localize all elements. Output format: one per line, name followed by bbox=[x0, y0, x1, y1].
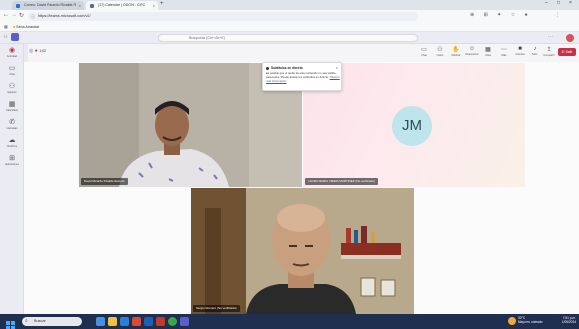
extensions-icons[interactable]: ⊕ ⊞ ✦ ☆ ● bbox=[470, 12, 532, 18]
close-icon[interactable]: × bbox=[336, 65, 338, 70]
meeting-timer: ◎ ● 1:02 bbox=[29, 48, 47, 54]
people-icon: ⚇ bbox=[437, 47, 443, 53]
toolbar-raise-hand-button[interactable]: ✋ Mostrar bbox=[448, 46, 464, 60]
share-icon: ⇪ bbox=[546, 47, 552, 53]
participant-name-label: David Ricardo Rivalde Escudo bbox=[81, 178, 128, 185]
outlook-icon bbox=[16, 3, 20, 8]
recording-dot-icon: ● bbox=[34, 48, 38, 54]
rail-item-activity[interactable]: ◉ Actividad bbox=[0, 46, 24, 64]
close-window-icon[interactable]: × bbox=[569, 0, 572, 6]
site-info-icon[interactable]: ⓘ bbox=[31, 14, 35, 20]
windows-start-icon[interactable] bbox=[6, 317, 15, 329]
close-icon[interactable]: × bbox=[153, 1, 155, 10]
raise-hand-icon: ✋ bbox=[452, 47, 460, 53]
participant-name-label: Sergio Romero (No verificado) bbox=[193, 305, 240, 312]
teams-icon bbox=[90, 3, 94, 8]
info-icon bbox=[266, 67, 269, 70]
task-view-icon[interactable] bbox=[96, 317, 105, 326]
chat-icon: ▭ bbox=[8, 65, 16, 72]
mic-icon: ♪ bbox=[533, 46, 537, 52]
reload-icon[interactable]: ↻ bbox=[19, 12, 24, 19]
teams-logo-icon bbox=[11, 33, 19, 41]
edge-icon[interactable] bbox=[120, 317, 129, 326]
toolbar-chat-button[interactable]: ▭ Chat bbox=[416, 46, 432, 60]
calendar-icon: ▦ bbox=[8, 101, 16, 108]
browser-tab-teams[interactable]: (17) Calendar | ODON - CIFC × bbox=[86, 1, 158, 10]
toolbar-share-button[interactable]: ⇪ Compartir bbox=[541, 46, 557, 60]
captions-notification: Subtítulos en directo × Es posible que e… bbox=[262, 62, 342, 91]
shield-icon: ◎ bbox=[29, 48, 34, 54]
close-icon[interactable]: × bbox=[79, 1, 81, 10]
notification-title: Subtítulos en directo bbox=[271, 66, 303, 70]
grid-icon: ▦ bbox=[485, 47, 491, 53]
search-icon: ⌕ bbox=[25, 318, 28, 324]
rail-item-calendar[interactable]: ▦ Calendario bbox=[0, 100, 24, 118]
url-field[interactable]: https://teams.microsoft.com/v2/ bbox=[28, 12, 418, 21]
participant-name-label: LAURA MARIA VIEIRA MARTINEZ (No verifica… bbox=[305, 178, 378, 185]
mail-icon[interactable] bbox=[132, 317, 141, 326]
clock[interactable]: 7:51 p.m. 1/05/2024 bbox=[552, 316, 576, 324]
rail-item-chat[interactable]: ▭ Chat bbox=[0, 64, 24, 82]
bookmarks-bar bbox=[0, 23, 579, 32]
taskbar-search-input[interactable]: Buscar bbox=[22, 317, 82, 326]
file-explorer-icon[interactable] bbox=[108, 317, 117, 326]
chrome-icon[interactable] bbox=[168, 317, 177, 326]
folder-icon: ■ bbox=[13, 25, 16, 29]
chat-icon: ▭ bbox=[421, 47, 427, 53]
rail-item-calls[interactable]: ✆ Llamadas bbox=[0, 118, 24, 136]
participant-avatar: JM bbox=[392, 106, 432, 146]
browser-tab-mail[interactable]: Correo: David Ricardo Rivalde R × bbox=[12, 1, 84, 10]
powerpoint-icon[interactable] bbox=[156, 317, 165, 326]
maximize-icon[interactable]: □ bbox=[557, 0, 560, 6]
more-options-icon[interactable]: ⋯ bbox=[548, 34, 553, 40]
app-window: Correo: David Ricardo Rivalde R × (17) C… bbox=[0, 0, 579, 329]
toolbar-react-button[interactable]: ☺ Reaccionar bbox=[464, 46, 480, 60]
rail-item-apps[interactable]: ⊞ Aplicaciones bbox=[0, 154, 24, 172]
toolbar-view-button[interactable]: ▦ Vista bbox=[480, 46, 496, 60]
apps-icon: ⊞ bbox=[9, 155, 15, 162]
cloud-icon: ☁ bbox=[8, 137, 16, 144]
phone-icon: ✆ bbox=[9, 119, 15, 126]
rail-item-teams[interactable]: ⚇ Equipos bbox=[0, 82, 24, 100]
weather-icon bbox=[508, 317, 516, 325]
teams-taskbar-icon[interactable] bbox=[180, 317, 189, 326]
participant-video bbox=[191, 188, 414, 314]
smile-icon: ☺ bbox=[468, 46, 476, 52]
bell-icon: ◉ bbox=[8, 47, 16, 54]
minimize-icon[interactable]: – bbox=[545, 0, 548, 6]
app-launcher-icon[interactable]: ⁝⁝ bbox=[4, 34, 7, 40]
rail-item-onedrive[interactable]: ☁ OneDrive bbox=[0, 136, 24, 154]
tab-label: (17) Calendar | ODON - CIFC bbox=[98, 3, 146, 7]
tab-label: Correo: David Ricardo Rivalde R bbox=[24, 3, 77, 7]
windows-taskbar bbox=[0, 314, 579, 329]
notification-body: Es posible que el audio de este contenid… bbox=[266, 71, 340, 83]
toolbar-people-button[interactable]: ⚇ Users bbox=[432, 46, 448, 60]
word-icon[interactable] bbox=[144, 317, 153, 326]
search-input[interactable]: Búsqueda (Ctrl+Alt+E) bbox=[158, 34, 418, 42]
video-tile-participant-3[interactable]: Sergio Romero (No verificado) bbox=[191, 188, 414, 314]
bookmark-item[interactable]: ■ Sena Arrastrar bbox=[13, 25, 39, 29]
forward-icon[interactable]: → bbox=[11, 12, 17, 18]
toolbar-more-button[interactable]: ⋯ Más bbox=[496, 46, 512, 60]
camera-icon: ■ bbox=[518, 46, 522, 52]
toolbar-camera-button[interactable]: ■ Cámara bbox=[512, 46, 528, 60]
more-icon: ⋯ bbox=[501, 47, 507, 53]
menu-icon[interactable]: ⋮ bbox=[555, 12, 560, 18]
avatar[interactable] bbox=[566, 34, 574, 42]
apps-grid-icon[interactable]: ▦ bbox=[4, 24, 8, 29]
new-tab-icon[interactable]: + bbox=[160, 1, 164, 7]
teams-icon: ⚇ bbox=[8, 83, 16, 90]
leave-button[interactable]: ✆ Salir bbox=[558, 48, 576, 56]
back-icon[interactable]: ← bbox=[3, 12, 9, 18]
